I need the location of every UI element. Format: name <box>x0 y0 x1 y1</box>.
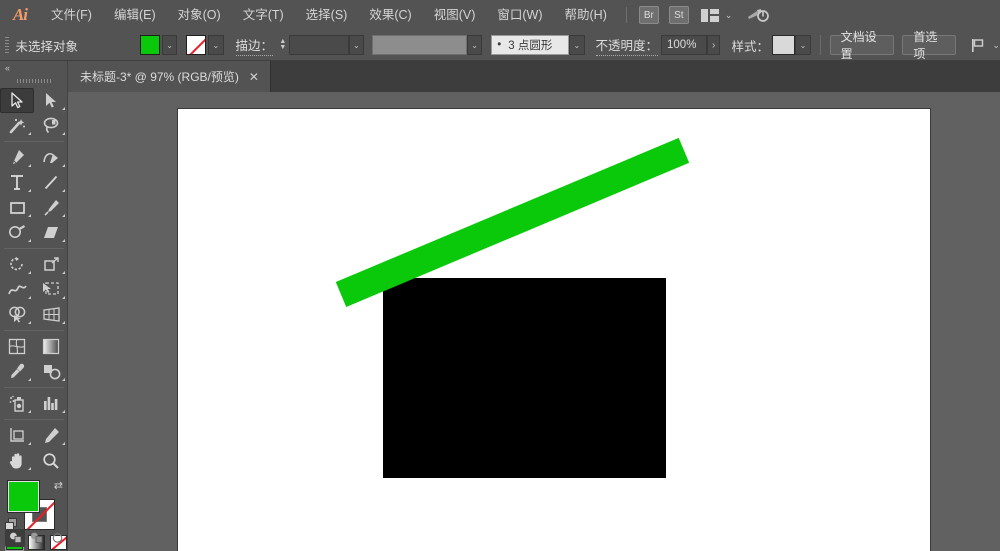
control-bar: 未选择对象 ⌄ ⌄ 描边： ▲ ▼ ⌄ ⌄ • 3 点圆形 ⌄ 不透明度： 100… <box>0 30 1000 61</box>
tools-panel-header: « <box>0 61 67 75</box>
curvature-tool[interactable] <box>34 145 68 170</box>
opacity-input[interactable]: 100% <box>661 35 707 55</box>
artboard[interactable] <box>178 109 930 551</box>
arrange-documents-icon[interactable] <box>700 8 719 22</box>
brush-definition-value: 3 点圆形 <box>508 40 553 52</box>
blend-tool[interactable] <box>34 359 68 384</box>
free-transform-tool[interactable] <box>34 277 68 302</box>
scale-tool[interactable] <box>34 252 68 277</box>
direct-selection-tool[interactable] <box>34 88 68 113</box>
preferences-button[interactable]: 首选项 <box>902 30 957 61</box>
gradient-tool[interactable] <box>34 334 68 359</box>
opacity-options-button[interactable]: › <box>706 35 721 55</box>
eyedropper-tool[interactable] <box>0 359 34 384</box>
width-tool[interactable] <box>0 277 34 302</box>
screen-mode-bar <box>5 529 67 547</box>
fill-swatch-dropdown[interactable]: ⌄ <box>161 35 178 55</box>
tool-divider <box>4 330 64 331</box>
stroke-weight-input[interactable] <box>288 35 349 55</box>
full-screen-with-menu-button[interactable] <box>26 529 46 547</box>
rectangle-tool[interactable] <box>0 195 34 220</box>
document-tab[interactable]: 未标题-3* @ 97% (RGB/预览) ✕ <box>68 61 271 92</box>
document-setup-button[interactable]: 文档设置 <box>829 30 895 61</box>
pen-tool[interactable] <box>0 145 34 170</box>
stroke-weight-label: 描边： <box>235 35 274 56</box>
shaper-tool[interactable] <box>0 220 34 245</box>
tools-panel-grip[interactable] <box>16 76 51 85</box>
column-graph-tool[interactable] <box>34 391 68 416</box>
mesh-tool[interactable] <box>0 334 34 359</box>
app-logo-icon: Ai <box>12 5 28 24</box>
artboard-tool[interactable] <box>0 423 34 448</box>
hand-tool[interactable] <box>0 448 34 473</box>
paintbrush-tool[interactable] <box>34 195 68 220</box>
menu-view[interactable]: 视图(V) <box>423 0 487 30</box>
menu-divider <box>625 7 627 23</box>
selection-tool[interactable] <box>0 88 34 113</box>
menu-type[interactable]: 文字(T) <box>232 0 295 30</box>
tool-divider <box>4 419 64 420</box>
stroke-profile-dropdown[interactable]: ⌄ <box>466 35 483 55</box>
bridge-icon[interactable]: Br <box>638 6 659 24</box>
align-caret-icon[interactable]: ⌄ <box>992 40 1000 51</box>
symbol-sprayer-tool[interactable] <box>0 391 34 416</box>
fill-proxy-swatch[interactable] <box>7 480 40 513</box>
graphic-style-dropdown[interactable]: ⌄ <box>795 35 811 55</box>
style-label: 样式： <box>731 39 769 54</box>
menu-file[interactable]: 文件(F) <box>40 0 103 30</box>
illustrator-window: Ai 文件(F) 编辑(E) 对象(O) 文字(T) 选择(S) 效果(C) 视… <box>0 0 1000 551</box>
brush-definition-field[interactable]: • 3 点圆形 <box>491 35 570 55</box>
brush-definition-dropdown[interactable]: ⌄ <box>569 35 585 55</box>
selection-status-label: 未选择对象 <box>15 39 78 54</box>
document-tab-bar: 未标题-3* @ 97% (RGB/预览) ✕ <box>0 61 1000 92</box>
magic-wand-tool[interactable] <box>0 113 34 138</box>
menu-help[interactable]: 帮助(H) <box>554 0 618 30</box>
eraser-tool[interactable] <box>34 220 68 245</box>
close-icon[interactable]: ✕ <box>247 71 261 83</box>
canvas-area[interactable] <box>68 92 1000 551</box>
collapse-panel-icon[interactable]: « <box>5 63 10 73</box>
control-bar-divider <box>819 35 821 55</box>
menu-object[interactable]: 对象(O) <box>167 0 232 30</box>
stroke-weight-stepper[interactable]: ▲ ▼ <box>277 35 289 55</box>
document-tab-title: 未标题-3* @ 97% (RGB/预览) <box>80 70 239 84</box>
zoom-tool[interactable] <box>34 448 68 473</box>
stroke-weight-dropdown[interactable]: ⌄ <box>348 35 365 55</box>
tool-grid <box>0 88 67 473</box>
brush-bullet-icon: • <box>497 39 502 51</box>
tool-divider <box>4 141 64 142</box>
menu-select[interactable]: 选择(S) <box>295 0 359 30</box>
type-tool[interactable] <box>0 170 34 195</box>
swap-fill-stroke-icon[interactable]: ⇄ <box>54 479 63 492</box>
stroke-swatch-dropdown[interactable]: ⌄ <box>208 35 224 55</box>
stroke-color-swatch[interactable] <box>186 35 207 55</box>
align-options-icon[interactable]: ⌄ <box>970 38 1000 53</box>
stroke-profile-field[interactable] <box>372 35 467 55</box>
slice-tool[interactable] <box>34 423 68 448</box>
lasso-tool[interactable] <box>34 113 68 138</box>
full-screen-mode-button[interactable] <box>47 529 67 547</box>
menu-window[interactable]: 窗口(W) <box>486 0 553 30</box>
rotate-tool[interactable] <box>0 252 34 277</box>
arrange-caret-icon[interactable]: ⌄ <box>725 10 733 21</box>
creative-cloud-sync-icon[interactable] <box>746 6 770 24</box>
black-rectangle-shape[interactable] <box>383 278 666 478</box>
menu-edit[interactable]: 编辑(E) <box>103 0 167 30</box>
tool-divider <box>4 387 64 388</box>
menu-bar: Ai 文件(F) 编辑(E) 对象(O) 文字(T) 选择(S) 效果(C) 视… <box>0 0 1000 30</box>
menu-effect[interactable]: 效果(C) <box>358 0 422 30</box>
graphic-style-swatch[interactable] <box>771 35 796 55</box>
perspective-grid-tool[interactable] <box>34 302 68 327</box>
control-bar-grip[interactable] <box>5 36 10 54</box>
normal-screen-mode-button[interactable] <box>5 529 25 547</box>
stock-icon[interactable]: St <box>668 6 689 24</box>
opacity-label: 不透明度： <box>595 35 659 56</box>
line-segment-tool[interactable] <box>34 170 68 195</box>
shape-builder-tool[interactable] <box>0 302 34 327</box>
tool-divider <box>4 248 64 249</box>
tools-panel: « ⇄ <box>0 61 68 551</box>
fill-color-swatch[interactable] <box>140 35 160 55</box>
